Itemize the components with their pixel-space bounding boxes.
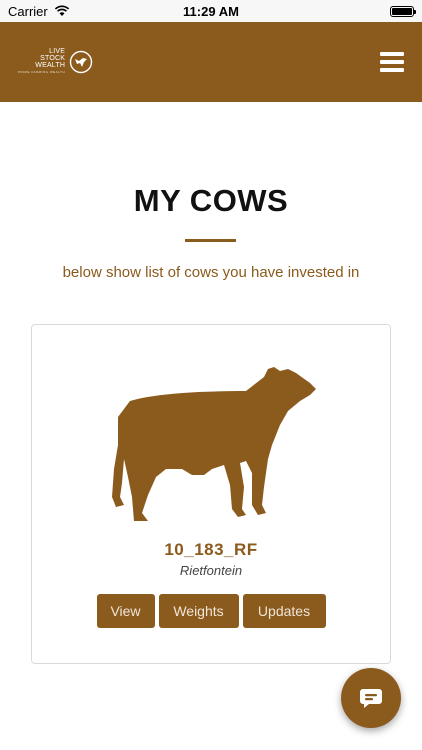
cow-silhouette-icon <box>112 367 316 521</box>
battery-icon <box>390 5 416 17</box>
title-divider <box>185 239 236 242</box>
updates-button[interactable]: Updates <box>242 594 326 628</box>
logo[interactable]: LIVE STOCK WEALTH PRIME FARMING WEALTH <box>18 48 93 76</box>
chat-icon <box>360 689 382 708</box>
chat-button[interactable] <box>341 668 401 728</box>
page-subtitle: below show list of cows you have investe… <box>62 264 360 281</box>
wifi-icon <box>54 5 69 16</box>
cow-farm: Rietfontein <box>179 563 243 578</box>
hamburger-menu-icon[interactable] <box>380 52 404 72</box>
logo-line-3: WEALTH <box>35 62 66 69</box>
cow-card: 10_183_RF Rietfontein View Weights Updat… <box>31 324 391 664</box>
app-header: LIVE STOCK WEALTH PRIME FARMING WEALTH <box>0 22 422 102</box>
logo-emblem-icon <box>69 50 93 74</box>
view-button[interactable]: View <box>96 594 155 628</box>
logo-line-2: STOCK <box>40 55 66 62</box>
logo-line-1: LIVE <box>49 48 66 55</box>
cow-actions: View Weights Updates <box>32 594 390 628</box>
status-bar: Carrier 11:29 AM <box>0 0 422 22</box>
logo-tagline: PRIME FARMING WEALTH <box>18 70 66 74</box>
cow-id: 10_183_RF <box>164 540 258 559</box>
carrier-group: Carrier <box>8 4 70 19</box>
carrier-label: Carrier <box>8 3 48 19</box>
page-title: MY COWS <box>133 183 289 218</box>
weights-button[interactable]: Weights <box>158 594 239 628</box>
logo-text: LIVE STOCK WEALTH PRIME FARMING WEALTH <box>18 48 65 76</box>
